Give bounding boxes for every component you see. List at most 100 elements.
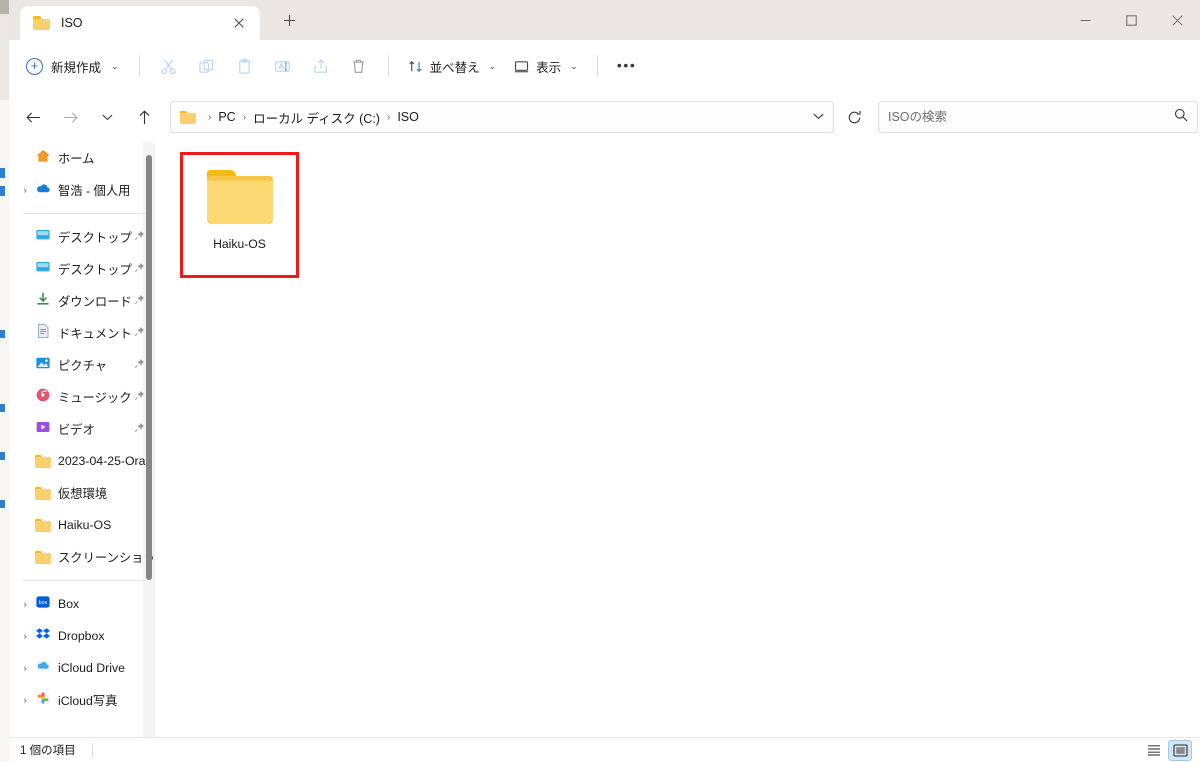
download-icon [35, 291, 51, 312]
forward-button[interactable] [55, 102, 85, 132]
home-icon [35, 148, 51, 169]
pin-icon[interactable] [134, 326, 145, 340]
folder-icon [35, 486, 51, 500]
breadcrumb-item-pc[interactable]: PC [217, 110, 236, 124]
view-label: 表示 [536, 60, 562, 75]
sidebar-item-label: Haiku-OS [58, 518, 112, 532]
list-view-button[interactable] [1142, 740, 1166, 761]
sidebar-item-Dropbox[interactable]: › Dropbox [13, 620, 153, 652]
cut-button[interactable] [150, 50, 188, 82]
sidebar-item-ピクチャ[interactable]: ピクチャ [13, 349, 153, 381]
breadcrumb-separator: › [242, 111, 247, 123]
back-button[interactable] [18, 102, 48, 132]
chevron-right-icon[interactable]: › [17, 185, 33, 195]
sidebar-item-Box[interactable]: › box Box [13, 588, 153, 620]
breadcrumb-item-local-disk[interactable]: ローカル ディスク (C:) [252, 108, 381, 127]
pin-icon[interactable] [134, 358, 145, 372]
sidebar-item-label: デスクトップ [58, 231, 132, 245]
delete-button[interactable] [340, 50, 378, 82]
sidebar-item-ビデオ[interactable]: ビデオ [13, 413, 153, 445]
chevron-down-icon[interactable] [813, 112, 824, 123]
video-icon [35, 419, 51, 440]
close-icon[interactable] [226, 10, 252, 36]
up-button[interactable] [129, 102, 159, 132]
pin-icon[interactable] [134, 262, 145, 276]
search-icon[interactable] [1174, 108, 1188, 127]
pin-icon[interactable] [134, 422, 145, 436]
address-bar[interactable]: › PC › ローカル ディスク (C:) › ISO [170, 101, 834, 133]
box-icon: box [35, 594, 51, 615]
rename-button[interactable] [264, 50, 302, 82]
sidebar-item-ホーム[interactable]: ホーム [13, 142, 153, 174]
sidebar-item-デスクトップ[interactable]: デスクトップ [13, 221, 153, 253]
sidebar-item-label: ホーム [58, 152, 95, 166]
chevron-down-icon: ⌄ [488, 60, 497, 71]
refresh-button[interactable] [839, 102, 869, 132]
more-options-button[interactable]: ••• [608, 50, 646, 82]
sidebar-item-2023-04-25-Ora[interactable]: 2023-04-25-Ora [13, 445, 153, 477]
new-button[interactable]: + 新規作成 ⌄ [18, 50, 129, 82]
body-area: ホーム › 智浩 - 個人用 デスクトップ デスクトップ ダウンロード ドキュメント ピクチャ… [9, 142, 1200, 737]
minimize-button[interactable] [1062, 0, 1108, 40]
pin-icon[interactable] [134, 230, 145, 244]
sidebar-separator [23, 213, 145, 214]
folder-icon [180, 110, 196, 124]
breadcrumb-separator: › [208, 111, 212, 123]
sidebar-item-デスクトップ[interactable]: デスクトップ [13, 253, 153, 285]
sidebar-item-iCloud写真[interactable]: › iCloud写真 [13, 684, 153, 716]
chevron-right-icon[interactable]: › [17, 599, 33, 609]
sidebar-item-label: ビデオ [58, 423, 95, 437]
sidebar-item-label: ドキュメント [58, 327, 132, 341]
details-view-button[interactable] [1168, 739, 1192, 761]
copy-button[interactable] [188, 50, 226, 82]
address-row: › PC › ローカル ディスク (C:) › ISO [9, 92, 1200, 142]
share-button[interactable] [302, 50, 340, 82]
sidebar-item-icon [33, 355, 53, 376]
pictures-icon [35, 355, 51, 376]
sidebar-item-Haiku-OS[interactable]: Haiku-OS [13, 509, 153, 541]
sort-button[interactable]: 並べ替え ⌄ [399, 50, 506, 82]
desktop-icon [35, 227, 51, 248]
sidebar-item-label: ピクチャ [58, 359, 108, 373]
sidebar-scrollbar[interactable] [146, 155, 152, 580]
folder-icon [35, 550, 51, 564]
paste-button[interactable] [226, 50, 264, 82]
sort-label: 並べ替え [429, 60, 480, 75]
file-list-pane[interactable]: Haiku-OS [157, 142, 1200, 737]
toolbar-divider-3 [596, 55, 598, 77]
file-explorer-window: ISO + 新規作成 ⌄ 並べ替え ⌄ 表示 ⌄ ••• › PC › ローカル… [0, 0, 1200, 762]
chevron-right-icon[interactable]: › [17, 663, 33, 673]
sidebar-item-スクリーンショット[interactable]: スクリーンショット [13, 541, 153, 573]
sidebar-item-label: Dropbox [58, 629, 105, 643]
sidebar-item-iCloud Drive[interactable]: › iCloud Drive [13, 652, 153, 684]
sidebar-item-icon [33, 626, 53, 647]
sidebar-list: ホーム › 智浩 - 個人用 デスクトップ デスクトップ ダウンロード ドキュメント ピクチャ… [9, 142, 157, 716]
close-button[interactable] [1154, 0, 1200, 40]
plus-icon: + [26, 57, 43, 75]
breadcrumb-item-iso[interactable]: ISO [396, 110, 420, 124]
chevron-right-icon[interactable]: › [17, 631, 33, 641]
recent-locations-button[interactable] [92, 102, 122, 132]
pin-icon[interactable] [134, 294, 145, 308]
red-annotation-box [180, 152, 299, 278]
sidebar-item-仮想環境[interactable]: 仮想環境 [13, 477, 153, 509]
navigation-pane: ホーム › 智浩 - 個人用 デスクトップ デスクトップ ダウンロード ドキュメント ピクチャ… [9, 142, 157, 737]
sidebar-item-label: iCloud写真 [58, 694, 118, 708]
item-count-label: 1 個の項目 [20, 745, 76, 757]
sidebar-item-ダウンロード[interactable]: ダウンロード [13, 285, 153, 317]
chevron-right-icon[interactable]: › [17, 695, 33, 705]
sidebar-item-label: ダウンロード [58, 295, 132, 309]
onedrive-icon [35, 180, 51, 201]
sidebar-item-智浩 - 個人用[interactable]: › 智浩 - 個人用 [13, 174, 153, 206]
tab-iso[interactable]: ISO [20, 6, 260, 40]
sidebar-item-icon [33, 690, 53, 711]
pin-icon[interactable] [134, 390, 145, 404]
sidebar-item-ドキュメント[interactable]: ドキュメント [13, 317, 153, 349]
view-button[interactable]: 表示 ⌄ [505, 50, 587, 82]
search-box[interactable] [878, 101, 1198, 133]
sidebar-item-icon [33, 259, 53, 280]
sidebar-item-ミュージック[interactable]: ミュージック [13, 381, 153, 413]
search-input[interactable] [888, 110, 1174, 124]
maximize-button[interactable] [1108, 0, 1154, 40]
new-tab-button[interactable] [272, 3, 306, 37]
